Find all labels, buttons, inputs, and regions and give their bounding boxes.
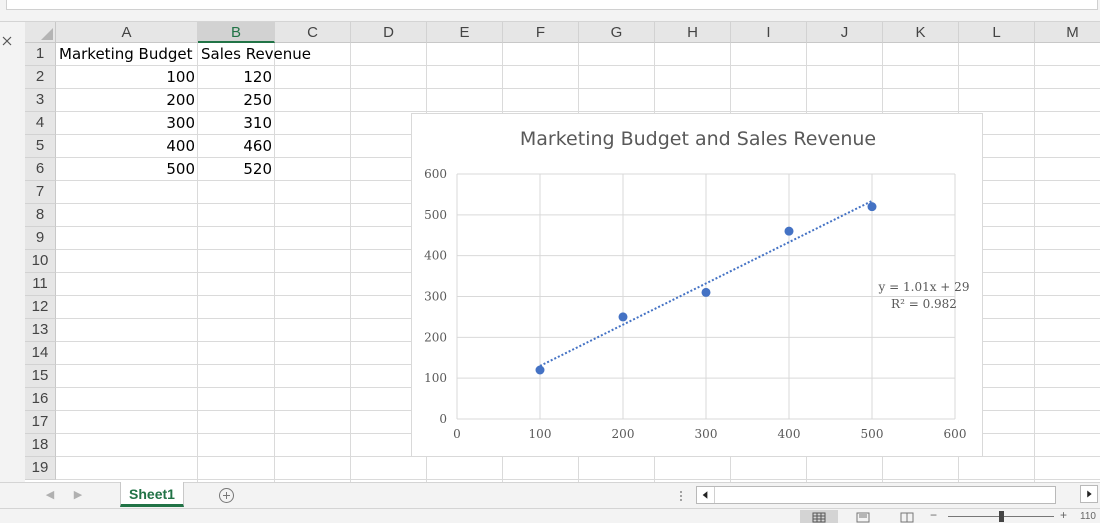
chevron-right-icon[interactable] <box>1080 485 1098 503</box>
row-header-2[interactable]: 2 <box>25 66 56 89</box>
y-tick-label: 500 <box>424 208 447 222</box>
y-tick-label: 600 <box>424 167 447 181</box>
column-header-l[interactable]: L <box>959 22 1035 43</box>
data-point <box>701 287 711 297</box>
data-point <box>867 202 877 212</box>
column-header-k[interactable]: K <box>883 22 959 43</box>
data-point <box>784 226 794 236</box>
row-header-17[interactable]: 17 <box>25 411 56 434</box>
row-header-13[interactable]: 13 <box>25 319 56 342</box>
row-header-9[interactable]: 9 <box>25 227 56 250</box>
page-break-view-button[interactable] <box>888 510 926 523</box>
row-header-3[interactable]: 3 <box>25 89 56 112</box>
prev-sheet-arrow-icon[interactable]: ◀ <box>44 488 56 502</box>
row-header-15[interactable]: 15 <box>25 365 56 388</box>
zoom-in-button[interactable]: + <box>1060 509 1070 523</box>
cell-a6[interactable]: 500 <box>56 158 195 181</box>
row-header-10[interactable]: 10 <box>25 250 56 273</box>
column-header-g[interactable]: G <box>579 22 655 43</box>
row-header-19[interactable]: 19 <box>25 457 56 480</box>
column-header-d[interactable]: D <box>351 22 427 43</box>
zoom-slider-thumb[interactable] <box>999 511 1004 522</box>
x-tick-label: 100 <box>529 427 552 441</box>
next-sheet-arrow-icon[interactable]: ▶ <box>72 488 84 502</box>
cell-b4[interactable]: 310 <box>198 112 272 135</box>
column-header-i[interactable]: I <box>731 22 807 43</box>
zoom-level-label[interactable]: 110 <box>1080 511 1096 522</box>
row-header-1[interactable]: 1 <box>25 43 56 66</box>
column-header-b[interactable]: B <box>198 22 275 43</box>
scrollbar-thumb[interactable] <box>716 488 1052 502</box>
column-header-j[interactable]: J <box>807 22 883 43</box>
cell-a4[interactable]: 300 <box>56 112 195 135</box>
cell-a5[interactable]: 400 <box>56 135 195 158</box>
column-header-a[interactable]: A <box>56 22 198 43</box>
x-tick-label: 400 <box>778 427 801 441</box>
row-header-7[interactable]: 7 <box>25 181 56 204</box>
row-header-18[interactable]: 18 <box>25 434 56 457</box>
cell-b1[interactable]: Sales Revenue <box>201 43 311 66</box>
x-tick-label: 500 <box>861 427 884 441</box>
row-header-11[interactable]: 11 <box>25 273 56 296</box>
cell-b6[interactable]: 520 <box>198 158 272 181</box>
excel-window: A B C D E F G H I J K L M 1 2 3 4 5 6 7 8 9 10 11 12 13 14 15 16 17 18… <box>0 0 1100 523</box>
trendline-equation: y = 1.01x + 29 <box>878 280 970 294</box>
select-all-corner[interactable] <box>25 22 56 43</box>
formula-bar-area <box>0 0 1100 22</box>
column-header-e[interactable]: E <box>427 22 503 43</box>
row-header-5[interactable]: 5 <box>25 135 56 158</box>
column-header-f[interactable]: F <box>503 22 579 43</box>
x-tick-label: 0 <box>453 427 461 441</box>
spreadsheet-grid[interactable]: A B C D E F G H I J K L M 1 2 3 4 5 6 7 8 9 10 11 12 13 14 15 16 17 18… <box>25 22 1100 482</box>
cell-b5[interactable]: 460 <box>198 135 272 158</box>
column-header-h[interactable]: H <box>655 22 731 43</box>
cell-a1[interactable]: Marketing Budget <box>59 43 192 66</box>
page-layout-icon <box>856 512 870 523</box>
x-tick-label: 300 <box>695 427 718 441</box>
cell-b3[interactable]: 250 <box>198 89 272 112</box>
normal-view-button[interactable] <box>800 510 838 523</box>
sheet-tab-sheet1[interactable]: Sheet1 <box>120 482 184 507</box>
y-tick-label: 100 <box>424 371 447 385</box>
x-tick-label: 600 <box>944 427 967 441</box>
grid-view-icon <box>812 512 826 523</box>
left-panel <box>0 22 25 482</box>
r-squared-label: R² = 0.982 <box>891 297 957 311</box>
data-point <box>535 365 545 375</box>
column-header-m[interactable]: M <box>1035 22 1100 43</box>
split-handle-icon[interactable] <box>679 490 683 502</box>
page-layout-view-button[interactable] <box>844 510 882 523</box>
formula-input[interactable] <box>6 0 1098 10</box>
status-bar: − + 110 <box>0 508 1100 523</box>
row-header-16[interactable]: 16 <box>25 388 56 411</box>
chart-plot: 0 100 200 300 400 500 600 0 100 200 300 400 500 600 y … <box>424 167 970 441</box>
data-point <box>618 312 628 322</box>
x-tick-label: 200 <box>612 427 635 441</box>
row-header-12[interactable]: 12 <box>25 296 56 319</box>
zoom-out-button[interactable]: − <box>930 509 940 523</box>
y-tick-label: 300 <box>424 290 447 304</box>
y-tick-label: 0 <box>439 412 447 426</box>
page-break-icon <box>900 512 914 523</box>
row-header-4[interactable]: 4 <box>25 112 56 135</box>
column-header-c[interactable]: C <box>275 22 351 43</box>
scatter-chart[interactable]: Marketing Budget and Sales Revenue 0 100 2… <box>411 113 983 457</box>
row-header-14[interactable]: 14 <box>25 342 56 365</box>
horizontal-scrollbar[interactable] <box>696 486 1056 504</box>
cell-a2[interactable]: 100 <box>56 66 195 89</box>
row-header-6[interactable]: 6 <box>25 158 56 181</box>
cell-a3[interactable]: 200 <box>56 89 195 112</box>
sheet-tab-bar: ◀ ▶ Sheet1 <box>0 482 1100 508</box>
y-tick-label: 400 <box>424 249 447 263</box>
cell-b2[interactable]: 120 <box>198 66 272 89</box>
plus-circle-icon[interactable] <box>218 487 235 504</box>
chevron-left-icon[interactable] <box>697 487 715 503</box>
row-header-8[interactable]: 8 <box>25 204 56 227</box>
close-icon[interactable] <box>0 34 16 50</box>
y-tick-label: 200 <box>424 330 447 344</box>
